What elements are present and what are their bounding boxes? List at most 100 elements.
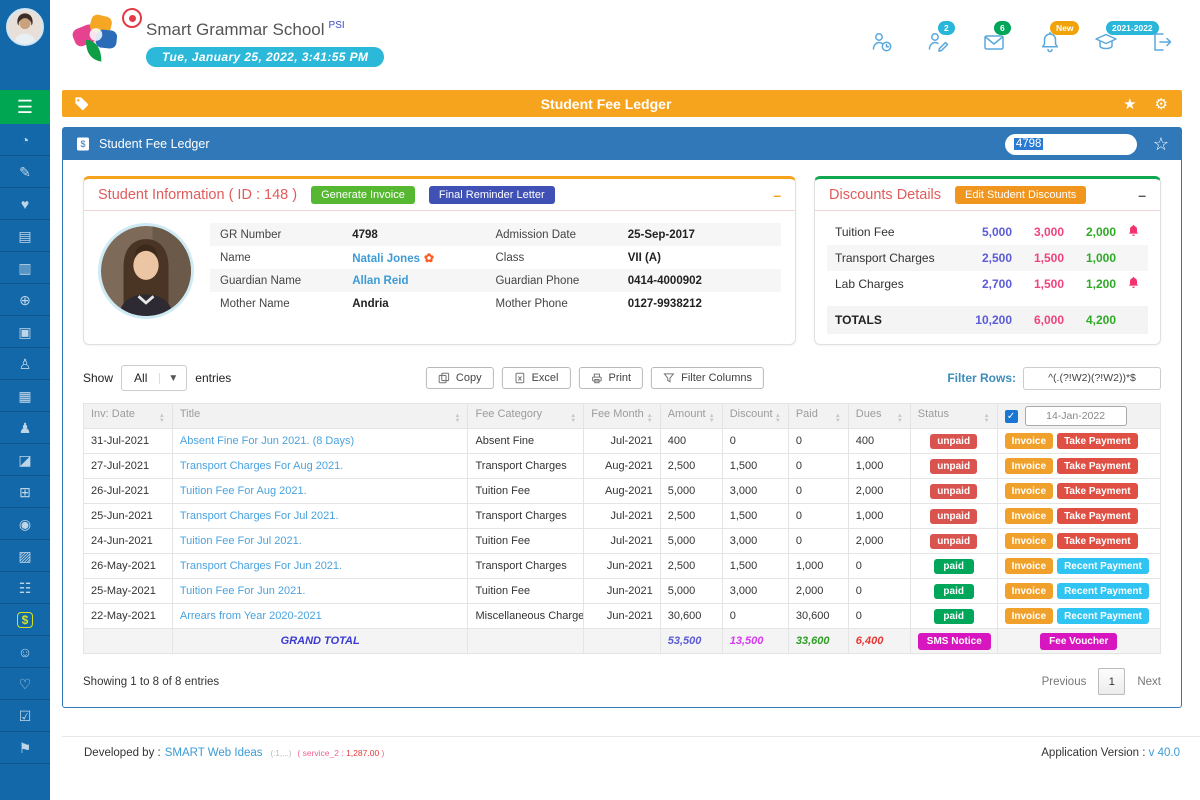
invoice-button[interactable]: Invoice: [1005, 608, 1053, 624]
sidebar-item-id-cards[interactable]: ▥: [0, 252, 50, 284]
sort-icon: [159, 414, 165, 424]
invoice-button[interactable]: Invoice: [1005, 583, 1053, 599]
copy-button[interactable]: Copy: [426, 367, 494, 389]
payment-button[interactable]: Take Payment: [1057, 483, 1138, 499]
sidebar-item-fee-cards[interactable]: ▤: [0, 220, 50, 252]
payment-button[interactable]: Recent Payment: [1057, 608, 1149, 624]
col-title[interactable]: Title: [172, 404, 468, 429]
session-icon[interactable]: 2021-2022: [1094, 30, 1118, 54]
date-filter-input[interactable]: 14-Jan-2022: [1025, 406, 1127, 426]
collapse-discounts-panel-icon[interactable]: –: [1138, 187, 1146, 203]
fee-title-link[interactable]: Tuition Fee For Jun 2021.: [172, 579, 468, 604]
sidebar-item-health-cards[interactable]: ♡: [0, 668, 50, 700]
previous-button[interactable]: Previous: [1042, 676, 1087, 688]
chevron-down-icon: ▼: [159, 373, 186, 384]
fee-title-link[interactable]: Tuition Fee For Aug 2021.: [172, 479, 468, 504]
collapse-student-panel-icon[interactable]: –: [773, 187, 781, 203]
favorite-star-icon[interactable]: ★: [1123, 95, 1136, 113]
fee-voucher-button[interactable]: Fee Voucher: [1040, 633, 1117, 650]
sidebar-item-alumni[interactable]: ⚑: [0, 732, 50, 764]
sidebar-item-admissions[interactable]: ✎: [0, 156, 50, 188]
fee-title-link[interactable]: Transport Charges For Jun 2021.: [172, 554, 468, 579]
sidebar-item-dashboard[interactable]: ◔: [0, 124, 50, 156]
payment-button[interactable]: Recent Payment: [1057, 558, 1149, 574]
user-avatar[interactable]: [6, 8, 44, 46]
col-amount[interactable]: Amount: [660, 404, 722, 429]
search-value: 4798: [1014, 138, 1044, 150]
messages-icon[interactable]: 6: [982, 30, 1006, 54]
settings-gear-icon[interactable]: ⚙: [1155, 95, 1168, 113]
col-status[interactable]: Status: [910, 404, 997, 429]
sidebar-item-website[interactable]: ⊕: [0, 284, 50, 316]
col-paid[interactable]: Paid: [788, 404, 848, 429]
sidebar-item-clipboard[interactable]: ▣: [0, 316, 50, 348]
excel-button[interactable]: Excel: [502, 367, 571, 389]
page-1-button[interactable]: 1: [1098, 668, 1125, 695]
amount-cell: 2,500: [660, 554, 722, 579]
filter-rows-input[interactable]: [1023, 367, 1161, 390]
sidebar-item-health[interactable]: ♥: [0, 188, 50, 220]
notifications-icon[interactable]: New: [1038, 30, 1062, 54]
guardian-name-link[interactable]: Allan Reid: [352, 275, 495, 287]
reminder-bell-icon[interactable]: [1116, 276, 1140, 292]
inv-date-cell: 25-Jun-2021: [84, 504, 173, 529]
sidebar-item-library[interactable]: ☷: [0, 572, 50, 604]
payment-button[interactable]: Take Payment: [1057, 433, 1138, 449]
discount-amount: 1,500: [1012, 277, 1064, 291]
fee-title-link[interactable]: Tuition Fee For Jul 2021.: [172, 529, 468, 554]
next-button[interactable]: Next: [1137, 676, 1161, 688]
user-clock-icon[interactable]: [870, 30, 894, 54]
sidebar-item-gallery[interactable]: ◪: [0, 444, 50, 476]
invoice-button[interactable]: Invoice: [1005, 533, 1053, 549]
sidebar-item-students[interactable]: ♙: [0, 348, 50, 380]
menu-toggle-icon[interactable]: ☰: [0, 90, 50, 124]
bookmark-star-icon[interactable]: ☆: [1153, 135, 1169, 153]
sidebar-item-hostel[interactable]: ▨: [0, 540, 50, 572]
student-search-input[interactable]: 4798: [1005, 134, 1137, 155]
sidebar-item-exams[interactable]: ⊞: [0, 476, 50, 508]
col-fee-category[interactable]: Fee Category: [468, 404, 584, 429]
fee-title-link[interactable]: Transport Charges For Aug 2021.: [172, 454, 468, 479]
invoice-button[interactable]: Invoice: [1005, 458, 1053, 474]
page-size-select[interactable]: All ▼: [121, 365, 187, 391]
payment-button[interactable]: Take Payment: [1057, 533, 1138, 549]
generate-invoice-button[interactable]: Generate Invoice: [311, 186, 415, 204]
school-logo[interactable]: [66, 10, 136, 74]
sidebar-item-accounts[interactable]: ◉: [0, 508, 50, 540]
enquiries-badge: 2: [938, 21, 955, 35]
sidebar: ☰ ◔ ✎ ♥ ▤ ▥ ⊕: [0, 0, 50, 800]
sidebar-menu: ◔ ✎ ♥ ▤ ▥ ⊕ ▣: [0, 124, 50, 764]
student-name-link[interactable]: Natali Jones✿: [352, 251, 495, 265]
invoice-button[interactable]: Invoice: [1005, 558, 1053, 574]
invoice-button[interactable]: Invoice: [1005, 508, 1053, 524]
col-inv-date[interactable]: Inv: Date: [84, 404, 173, 429]
sidebar-item-student-fee-ledger[interactable]: $: [0, 604, 50, 636]
payment-button[interactable]: Recent Payment: [1057, 583, 1149, 599]
final-reminder-button[interactable]: Final Reminder Letter: [429, 186, 555, 204]
filter-columns-button[interactable]: Filter Columns: [651, 367, 764, 389]
invoice-button[interactable]: Invoice: [1005, 433, 1053, 449]
fee-title-link[interactable]: Arrears from Year 2020-2021: [172, 604, 468, 629]
fee-category-cell: Absent Fine: [468, 429, 584, 454]
footer: Developed by : SMART Web Ideas (:1,...) …: [62, 736, 1200, 759]
sidebar-item-staff[interactable]: ♟: [0, 412, 50, 444]
col-discount[interactable]: Discount: [722, 404, 788, 429]
sms-notice-button[interactable]: SMS Notice: [918, 633, 991, 650]
fee-title-link[interactable]: Transport Charges For Jul 2021.: [172, 504, 468, 529]
sidebar-item-tasks[interactable]: ☑: [0, 700, 50, 732]
user-edit-icon[interactable]: 2: [926, 30, 950, 54]
payment-button[interactable]: Take Payment: [1057, 508, 1138, 524]
vendor-link[interactable]: SMART Web Ideas: [165, 747, 263, 759]
invoice-button[interactable]: Invoice: [1005, 483, 1053, 499]
print-button[interactable]: Print: [578, 367, 643, 389]
fee-title-link[interactable]: Absent Fine For Jun 2021. (8 Days): [172, 429, 468, 454]
date-filter-checkbox[interactable]: [1005, 410, 1018, 423]
col-fee-month[interactable]: Fee Month: [584, 404, 660, 429]
col-dues[interactable]: Dues: [848, 404, 910, 429]
sidebar-item-attendance[interactable]: ▦: [0, 380, 50, 412]
payment-button[interactable]: Take Payment: [1057, 458, 1138, 474]
edit-discounts-button[interactable]: Edit Student Discounts: [955, 186, 1086, 204]
sidebar-item-parents[interactable]: ☺: [0, 636, 50, 668]
reminder-bell-icon[interactable]: [1116, 224, 1140, 240]
logout-icon[interactable]: [1150, 30, 1174, 54]
